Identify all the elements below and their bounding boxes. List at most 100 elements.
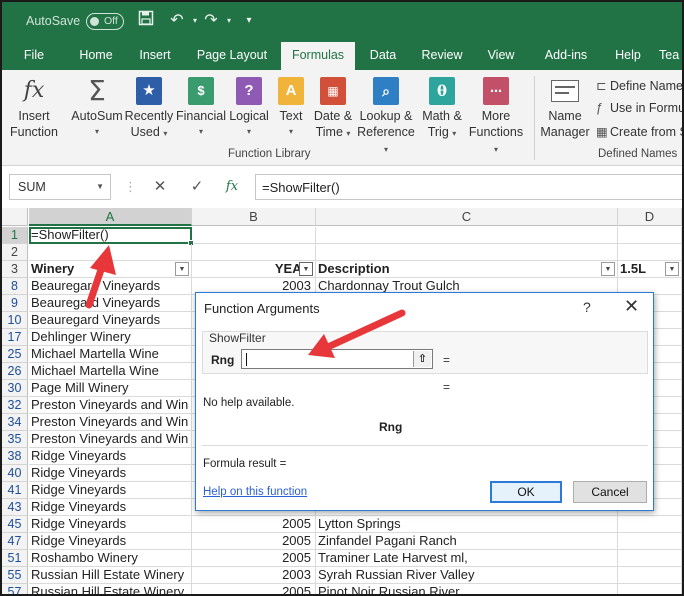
cell-c[interactable]: Lytton Springs (316, 516, 618, 533)
date-time-button[interactable]: ▦ Date & Time ▾ (310, 76, 356, 142)
cell-b[interactable]: 2005 (192, 584, 316, 594)
math-trig-button[interactable]: θ Math & Trig ▾ (419, 76, 465, 142)
create-from-selection-button[interactable]: ▦ Create from S (596, 124, 682, 139)
cell-c[interactable]: Zinfandel Pagani Ranch (316, 533, 618, 550)
cell-a[interactable]: Preston Vineyards and Win (29, 414, 192, 431)
tab-insert[interactable]: Insert (129, 42, 181, 70)
autosave-toggle[interactable]: Off (86, 13, 124, 30)
column-header-d[interactable]: D (618, 208, 682, 226)
cell-a[interactable]: Michael Martella Wine (29, 346, 192, 363)
column-header-a[interactable]: A (29, 208, 192, 226)
formula-input[interactable]: =ShowFilter() (255, 174, 682, 200)
cell-c[interactable] (316, 227, 618, 244)
tab-add-ins[interactable]: Add-ins (535, 42, 597, 70)
cell-b[interactable]: YEAR ▼ (192, 261, 316, 278)
cell-d[interactable]: 1.5L ▼ (618, 261, 682, 278)
row-header[interactable]: 3 (2, 261, 28, 278)
cell-a[interactable]: Ridge Vineyards (29, 448, 192, 465)
cell-d[interactable] (618, 227, 682, 244)
define-name-button[interactable]: ⊏ Define Name (596, 78, 682, 93)
help-on-function-link[interactable]: Help on this function (203, 486, 307, 498)
cell-c[interactable]: Syrah Russian River Valley (316, 567, 618, 584)
close-icon[interactable]: ✕ (624, 296, 639, 317)
row-header[interactable]: 30 (2, 380, 28, 397)
cell-b[interactable]: 2005 (192, 550, 316, 567)
row-header[interactable]: 55 (2, 567, 28, 584)
cell-c[interactable]: Pinot Noir Russian River (316, 584, 618, 594)
row-header[interactable]: 10 (2, 312, 28, 329)
tab-file[interactable]: File (12, 42, 56, 70)
row-header[interactable]: 17 (2, 329, 28, 346)
more-functions-button[interactable]: ⋯ More Functions ▾ (466, 76, 526, 158)
tab-data[interactable]: Data (362, 42, 404, 70)
cell-b[interactable]: 2005 (192, 516, 316, 533)
name-box[interactable]: SUM ▼ (9, 174, 111, 200)
save-icon[interactable] (135, 10, 157, 32)
cell-c[interactable]: Traminer Late Harvest ml, (316, 550, 618, 567)
cell-b[interactable]: 2005 (192, 533, 316, 550)
filter-dropdown-icon[interactable]: ▼ (601, 262, 615, 276)
tab-review[interactable]: Review (414, 42, 470, 70)
cell-b[interactable] (192, 227, 316, 244)
row-header[interactable]: 25 (2, 346, 28, 363)
text-button[interactable]: A Text ▾ (274, 76, 308, 140)
cell-b[interactable]: 2003 (192, 567, 316, 584)
cell-a[interactable]: Russian Hill Estate Winery (29, 567, 192, 584)
rng-argument-input[interactable]: ⇧ (241, 349, 433, 369)
cell-a[interactable]: Preston Vineyards and Win (29, 431, 192, 448)
cell-a[interactable]: Ridge Vineyards (29, 516, 192, 533)
cell-a[interactable]: Ridge Vineyards (29, 533, 192, 550)
cell-a[interactable] (29, 244, 192, 261)
row-header[interactable]: 38 (2, 448, 28, 465)
confirm-entry-icon[interactable]: ✓ (186, 176, 208, 198)
cell-a[interactable]: Beauregard Vineyards (29, 295, 192, 312)
row-header[interactable]: 57 (2, 584, 28, 594)
cell-c[interactable] (316, 244, 618, 261)
cancel-button[interactable]: Cancel (573, 481, 647, 503)
cell-a[interactable]: Page Mill Winery (29, 380, 192, 397)
lookup-reference-button[interactable]: ⌕ Lookup & Reference ▾ (354, 76, 418, 158)
cell-a[interactable]: Dehlinger Winery (29, 329, 192, 346)
tab-formulas[interactable]: Formulas (281, 42, 355, 70)
autosum-button[interactable]: Σ AutoSum ▾ (68, 76, 126, 140)
row-header[interactable]: 1 (2, 227, 28, 244)
recently-used-button[interactable]: ★ Recently Used ▾ (124, 76, 174, 142)
customize-toolbar-icon[interactable]: ▾ (238, 10, 260, 32)
collapse-dialog-icon[interactable]: ⇧ (413, 351, 431, 367)
row-header[interactable]: 9 (2, 295, 28, 312)
row-header[interactable]: 43 (2, 499, 28, 516)
cell-a[interactable]: Michael Martella Wine (29, 363, 192, 380)
use-in-formula-button[interactable]: ƒ Use in Formu (596, 101, 682, 115)
insert-function-fx-icon[interactable]: fx (221, 176, 243, 198)
row-header[interactable]: 47 (2, 533, 28, 550)
insert-function-button[interactable]: fx Insert Function (8, 76, 60, 140)
name-box-dropdown-icon[interactable]: ▼ (96, 182, 104, 191)
cell-b[interactable] (192, 244, 316, 261)
redo-dropdown-icon[interactable]: ▾ (218, 10, 240, 32)
select-all-corner[interactable] (2, 208, 28, 226)
financial-button[interactable]: $ Financial ▾ (175, 76, 227, 140)
cell-a[interactable]: Roshambo Winery (29, 550, 192, 567)
row-header[interactable]: 45 (2, 516, 28, 533)
tab-view[interactable]: View (478, 42, 524, 70)
ok-button[interactable]: OK (490, 481, 562, 503)
row-header[interactable]: 41 (2, 482, 28, 499)
filter-active-icon[interactable]: ▼ (299, 262, 313, 276)
cell-d[interactable] (618, 533, 682, 550)
column-header-c[interactable]: C (316, 208, 618, 226)
cell-a[interactable]: Beauregard Vineyards (29, 312, 192, 329)
tab-home[interactable]: Home (68, 42, 124, 70)
name-manager-button[interactable]: Name Manager (539, 76, 591, 140)
filter-dropdown-icon[interactable]: ▼ (175, 262, 189, 276)
row-header[interactable]: 8 (2, 278, 28, 295)
help-icon[interactable]: ? (583, 299, 591, 315)
cell-a[interactable]: Russian Hill Estate Winery (29, 584, 192, 594)
logical-button[interactable]: ? Logical ▾ (228, 76, 270, 140)
cell-a[interactable]: Beauregard Vineyards (29, 278, 192, 295)
cell-d[interactable] (618, 550, 682, 567)
row-header[interactable]: 32 (2, 397, 28, 414)
column-header-b[interactable]: B (192, 208, 316, 226)
row-header[interactable]: 35 (2, 431, 28, 448)
tab-help[interactable]: Help (605, 42, 651, 70)
cell-a[interactable]: Ridge Vineyards (29, 499, 192, 516)
